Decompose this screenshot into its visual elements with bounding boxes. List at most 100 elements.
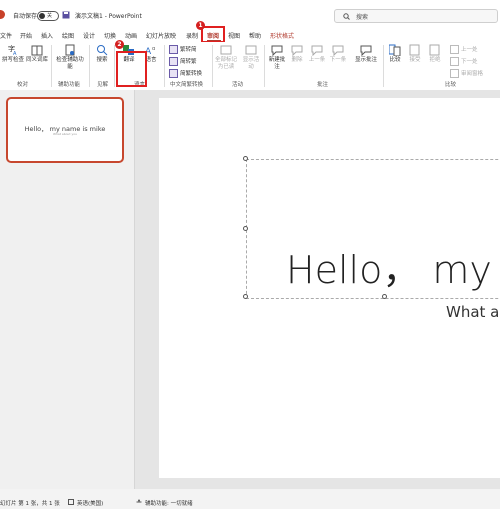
previous-change-button: 上一处: [450, 45, 478, 54]
slide-title[interactable]: Hello， my name is mike: [286, 248, 500, 292]
resize-handle[interactable]: [382, 294, 387, 299]
search-placeholder: 搜索: [356, 14, 369, 21]
accessibility-icon: [65, 44, 75, 56]
tab-design[interactable]: 设计: [83, 31, 95, 40]
show-activity-button: 显示活动: [241, 44, 261, 70]
ribbon-separator: [164, 45, 165, 87]
new-comment-button[interactable]: 新建批注: [267, 44, 287, 70]
svg-text:A: A: [13, 51, 17, 56]
activity-icon: [245, 45, 257, 55]
ribbon-tabs: 文件 开始 插入 绘图 设计 切换 动画 幻灯片放映 录制 审阅 视图 帮助 形…: [0, 28, 500, 42]
step-badge-1: 1: [196, 21, 205, 30]
ribbon-separator: [114, 45, 115, 87]
check-accessibility-button[interactable]: 检查辅助功能: [54, 44, 86, 70]
slide-editor: Hello， my name is mike What about you: [135, 90, 500, 489]
reject-button: 拒绝: [426, 44, 444, 64]
delete-comment-button: 删除: [288, 44, 306, 64]
group-accessibility: 辅助功能: [58, 82, 81, 88]
previous-change-icon: [450, 45, 459, 54]
show-comments-icon: [360, 45, 372, 56]
compare-icon: [389, 44, 401, 56]
resize-handle[interactable]: [243, 156, 248, 161]
tab-record[interactable]: 录制: [186, 31, 198, 40]
compare-button[interactable]: 比较: [386, 44, 404, 64]
ribbon-separator: [89, 45, 90, 87]
resize-handle[interactable]: [243, 294, 248, 299]
save-icon[interactable]: [62, 11, 70, 19]
mark-read-icon: [220, 45, 232, 55]
new-comment-icon: [271, 45, 283, 56]
group-activity: 活动: [232, 82, 244, 88]
reject-icon: [429, 44, 440, 56]
simplified-icon: [169, 45, 178, 54]
thesaurus-button[interactable]: 同义词库: [25, 44, 49, 64]
tab-shape-format[interactable]: 形状格式: [270, 31, 294, 40]
mark-all-read-button: 全部标记为已读: [214, 44, 238, 70]
ribbon-separator: [383, 45, 384, 87]
tab-view[interactable]: 视图: [228, 31, 240, 40]
accessibility-status[interactable]: 辅助功能: 一切就绪: [145, 499, 193, 507]
next-change-button: 下一处: [450, 57, 478, 66]
svg-text:ɑ: ɑ: [152, 46, 155, 52]
ribbon-separator: [212, 45, 213, 87]
group-insights: 见解: [97, 82, 109, 88]
ribbon-separator: [51, 45, 52, 87]
thumbnail-subtitle: What about you: [53, 132, 77, 136]
spell-check-button[interactable]: 字A 拼写检查: [2, 44, 24, 64]
autosave-toggle[interactable]: 关: [37, 11, 59, 21]
tab-help[interactable]: 帮助: [249, 31, 261, 40]
chinese-convert-button[interactable]: 简繁转换: [169, 69, 202, 78]
autosave-label: 自动保存: [13, 13, 38, 20]
resize-handle[interactable]: [243, 226, 248, 231]
traditional-icon: [169, 57, 178, 66]
proofing-icon[interactable]: [68, 499, 74, 505]
convert-icon: [169, 69, 178, 78]
group-proofing: 校对: [17, 82, 29, 88]
delete-comment-icon: [291, 45, 303, 56]
show-comments-button[interactable]: 显示批注: [352, 44, 380, 64]
group-comments: 批注: [317, 82, 329, 88]
thesaurus-icon: [31, 45, 43, 56]
tab-insert[interactable]: 插入: [41, 31, 53, 40]
next-comment-button: 下一条: [328, 44, 348, 64]
tab-home[interactable]: 开始: [20, 31, 32, 40]
group-compare: 比较: [445, 82, 457, 88]
highlight-translate-button: [116, 51, 147, 87]
previous-comment-button: 上一条: [307, 44, 327, 64]
search-icon: [343, 13, 350, 20]
step-badge-2: 2: [115, 40, 124, 49]
tab-draw[interactable]: 绘图: [62, 31, 74, 40]
document-title: 演示文稿1 - PowerPoint: [75, 13, 142, 20]
smart-lookup-icon: [97, 45, 108, 56]
tab-transitions[interactable]: 切换: [104, 31, 116, 40]
accept-icon: [409, 44, 420, 56]
reviewing-pane-button: 审阅窗格: [450, 69, 483, 78]
previous-comment-icon: [311, 45, 323, 56]
slide-subtitle[interactable]: What about you: [446, 303, 500, 321]
highlight-review-tab: [201, 26, 225, 43]
tab-animations[interactable]: 动画: [125, 31, 137, 40]
slide-thumbnail-pane: Hello， my name is mike What about you: [0, 90, 135, 489]
group-chinese-conversion: 中文简繁转换: [170, 82, 204, 88]
title-bar: 自动保存 关 演示文稿1 - PowerPoint 搜索: [0, 0, 500, 28]
slide-canvas[interactable]: Hello， my name is mike What about you: [159, 98, 500, 478]
to-simplified-button[interactable]: 繁转简: [169, 45, 197, 54]
powerpoint-logo-icon: [0, 10, 5, 19]
language-status[interactable]: 英语(美国): [77, 499, 103, 507]
slide-count-status: 幻灯片 第 1 张，共 1 张: [0, 501, 60, 507]
ribbon-separator: [264, 45, 265, 87]
to-traditional-button[interactable]: 简转繁: [169, 57, 197, 66]
next-comment-icon: [332, 45, 344, 56]
accept-button: 接受: [406, 44, 424, 64]
spell-check-icon: 字A: [8, 44, 17, 56]
tab-file[interactable]: 文件: [0, 31, 12, 40]
accessibility-status-icon: [136, 499, 142, 505]
tab-slideshow[interactable]: 幻灯片放映: [146, 31, 176, 40]
smart-lookup-button[interactable]: 搜索: [93, 44, 111, 64]
reviewing-pane-icon: [450, 69, 459, 78]
next-change-icon: [450, 57, 459, 66]
slide-thumbnail-1[interactable]: Hello， my name is mike What about you: [6, 97, 124, 163]
status-bar: 幻灯片 第 1 张，共 1 张 英语(美国) 辅助功能: 一切就绪: [0, 497, 500, 509]
search-box[interactable]: 搜索: [334, 9, 498, 23]
ribbon: 字A 拼写检查 同义词库 校对 检查辅助功能 辅助功能 搜索 见解 翻译 Aɑ …: [0, 40, 500, 91]
